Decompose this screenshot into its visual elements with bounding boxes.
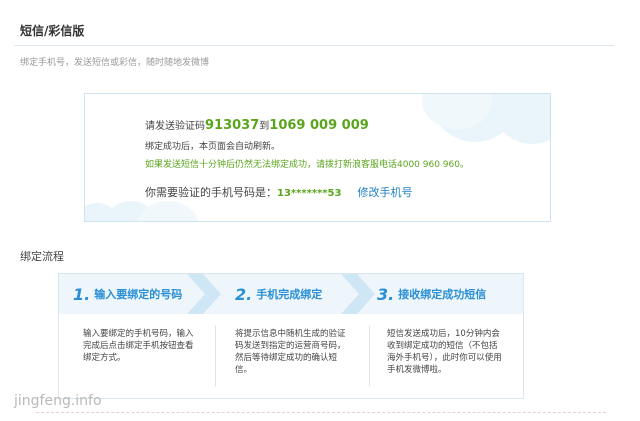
verification-code: 913037: [205, 118, 260, 133]
step-2-number: 2.: [235, 284, 253, 304]
sms-service-number: 1069 009 009: [269, 118, 369, 133]
binding-flow-panel: 1. 输入要绑定的号码 2. 手机完成绑定 3. 接收绑定成功短信 输入要绑定的…: [58, 273, 524, 399]
step-3-number: 3.: [377, 284, 395, 304]
step-2-description: 将提示信息中随机生成的验证码发送到指定的运营商号码，然后等待绑定成功的确认短信。: [235, 329, 346, 375]
step-2-header: 2. 手机完成绑定: [235, 274, 322, 314]
help-hotline-note: 如果发送短信十分钟后仍然无法绑定成功，请拨打新浪客服电话4000 960 960…: [145, 160, 469, 170]
page-title: 短信/彩信版: [20, 24, 85, 38]
footer-divider: [36, 412, 606, 413]
cloud-decoration: [137, 201, 199, 221]
step-2-label: 手机完成绑定: [256, 288, 323, 301]
step-divider: [369, 326, 370, 386]
step-1-description: 输入要绑定的手机号码，输入完成后点击绑定手机按钮查看绑定方式。: [83, 329, 194, 363]
title-divider: [14, 45, 614, 46]
chevron-right-icon: [187, 274, 223, 314]
step-3-label: 接收绑定成功短信: [398, 288, 487, 301]
watermark: jingfeng.info: [14, 393, 102, 409]
masked-phone-number: 13*******53: [277, 188, 342, 199]
send-to-text: 到: [259, 121, 270, 132]
auto-refresh-note: 绑定成功后，本页面会自动刷新。: [145, 142, 281, 152]
phone-to-verify: 你需要验证的手机号码是：13*******53 修改手机号: [145, 184, 412, 200]
cloud-decoration: [492, 94, 550, 144]
chevron-right-icon: [341, 274, 377, 314]
page-subtitle: 绑定手机号，发送短信或彩信，随时随地发微博: [20, 58, 210, 68]
phone-label: 你需要验证的手机号码是：: [145, 186, 277, 199]
send-code-instruction: 请发送验证码913037到1069 009 009: [145, 117, 369, 133]
send-code-prefix: 请发送验证码: [145, 121, 205, 132]
verification-panel: 请发送验证码913037到1069 009 009 绑定成功后，本页面会自动刷新…: [84, 93, 551, 222]
change-phone-link[interactable]: 修改手机号: [357, 186, 412, 199]
step-1-label: 输入要绑定的号码: [94, 288, 183, 301]
step-1-header: 1. 输入要绑定的号码: [73, 274, 182, 314]
step-3-description: 短信发送成功后，10分钟内会收到绑定成功的短信（不包括海外手机号），此时你可以使…: [387, 329, 502, 375]
step-divider: [215, 326, 216, 386]
step-3-header: 3. 接收绑定成功短信: [377, 274, 486, 314]
step-1-number: 1.: [73, 284, 91, 304]
flow-section-title: 绑定流程: [20, 250, 64, 263]
